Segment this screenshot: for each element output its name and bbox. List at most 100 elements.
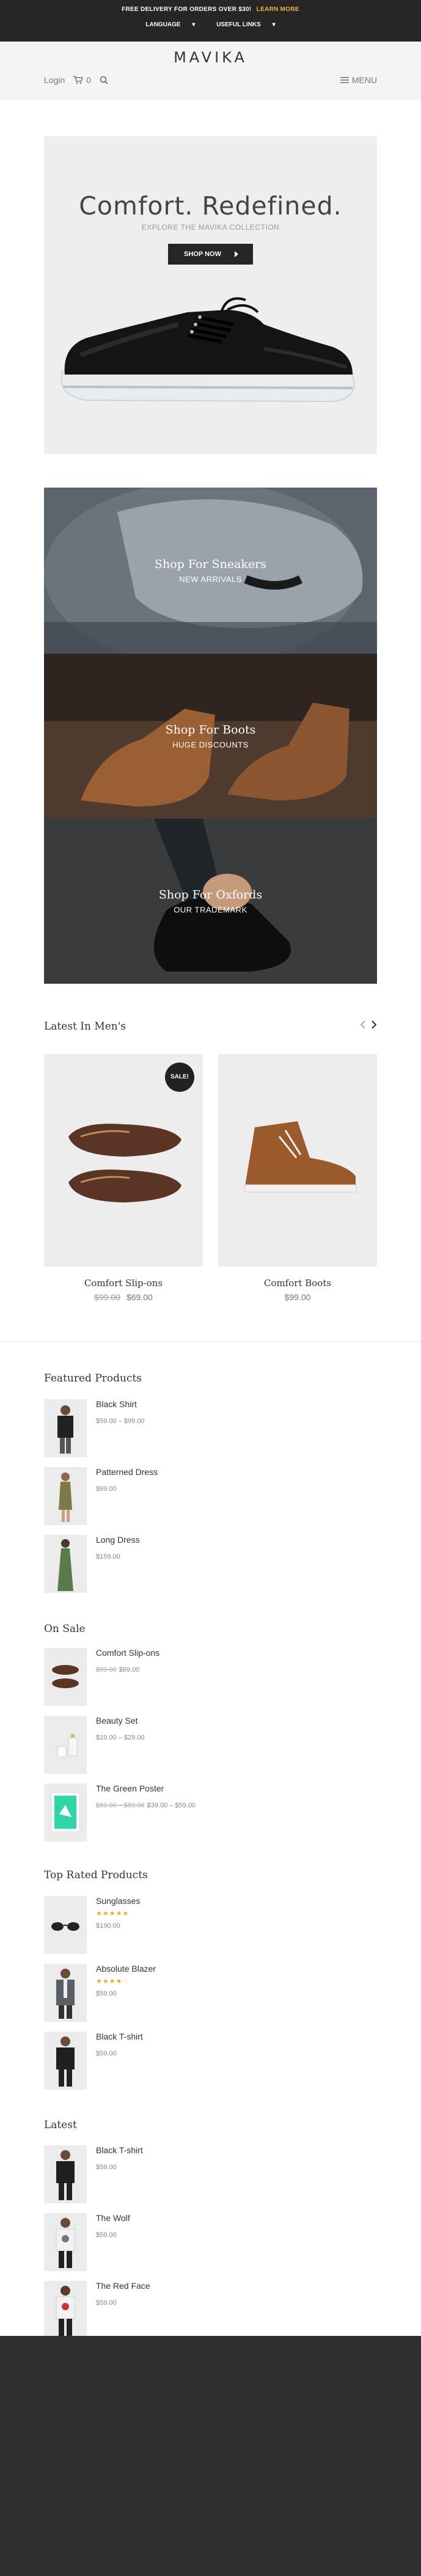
search-icon xyxy=(100,76,108,84)
product-name[interactable]: Black T-shirt xyxy=(96,2145,143,2155)
language-label: LANGUAGE xyxy=(145,21,181,28)
product-image[interactable]: SALE! xyxy=(44,1054,203,1267)
product-price: $59.00 xyxy=(96,2231,117,2239)
current-price: $39.00 – $59.00 xyxy=(147,1802,196,1809)
widget-product[interactable]: Beauty Set $19.00 – $29.00 xyxy=(44,1716,377,1774)
product-thumb[interactable] xyxy=(44,1784,87,1842)
product-name[interactable]: Long Dress xyxy=(96,1535,140,1545)
hamburger-icon xyxy=(340,77,349,83)
product-price: $190.00 xyxy=(96,1922,120,1930)
chevron-down-icon: ▾ xyxy=(192,21,196,28)
previous-arrow-button[interactable] xyxy=(360,1020,366,1032)
product-thumb[interactable] xyxy=(44,1964,87,2022)
learn-more-link[interactable]: LEARN MORE xyxy=(257,6,299,13)
on-sale-title: On Sale xyxy=(44,1623,86,1635)
widget-product[interactable]: The Wolf $59.00 xyxy=(44,2213,377,2271)
shop-now-button[interactable]: SHOP NOW xyxy=(168,244,253,265)
product-thumb[interactable] xyxy=(44,1399,87,1457)
current-price: $69.00 xyxy=(126,1292,153,1302)
product-thumb[interactable] xyxy=(44,1896,87,1954)
widget-product[interactable]: Black T-shirt $59.00 xyxy=(44,2145,377,2203)
product-thumb[interactable] xyxy=(44,2032,87,2090)
play-arrow-icon xyxy=(234,251,238,258)
product-name[interactable]: Comfort Slip-ons xyxy=(44,1278,203,1289)
category-subtitle: NEW ARRIVALS xyxy=(179,574,242,584)
product-thumb[interactable] xyxy=(44,1648,87,1706)
rating-stars: ★★★★☆ xyxy=(96,1978,130,1985)
chevron-left-icon xyxy=(360,1020,365,1029)
product-name[interactable]: Black T-shirt xyxy=(96,2032,143,2041)
product-price: $99.00 $69.00 xyxy=(44,1292,203,1302)
next-arrow-button[interactable] xyxy=(371,1020,377,1032)
product-price: $99.00 xyxy=(218,1292,377,1302)
latest-title: Latest xyxy=(44,2119,77,2131)
old-price: $99.00 xyxy=(96,1666,117,1674)
product-thumb[interactable] xyxy=(44,2145,87,2203)
boots-product-image xyxy=(244,1121,357,1193)
old-price: $99.00 xyxy=(94,1292,120,1302)
black-tshirt-thumb xyxy=(56,2036,75,2087)
widget-product[interactable]: The Green Poster $69.00 – $89.00 $39.00 – … xyxy=(44,1784,377,1842)
current-price: $69.00 xyxy=(119,1666,140,1674)
menu-button[interactable]: MENU xyxy=(340,75,377,85)
black-tshirt-thumb xyxy=(56,2150,75,2200)
cart-count: 0 xyxy=(86,75,92,85)
product-name[interactable]: Absolute Blazer xyxy=(96,1964,156,1974)
product-name[interactable]: Black Shirt xyxy=(96,1399,145,1409)
widget-product[interactable]: Patterned Dress $99.00 xyxy=(44,1467,377,1525)
product-card[interactable]: Comfort Boots $99.00 xyxy=(218,1054,377,1302)
widget-product[interactable]: Black T-shirt $59.00 xyxy=(44,2032,377,2090)
language-dropdown[interactable]: LANGUAGE ▾ xyxy=(141,21,200,28)
chevron-right-icon xyxy=(372,1020,377,1029)
product-price: $59.00 xyxy=(96,2164,117,2171)
slip-ons-image xyxy=(68,1124,181,1202)
product-card[interactable]: SALE! Comfort Slip-ons $99.00 $69.00 xyxy=(44,1054,203,1302)
top-rated-title: Top Rated Products xyxy=(44,1869,148,1881)
promo-text: FREE DELIVERY FOR ORDERS OVER $30! xyxy=(122,6,252,13)
current-price: $99.00 xyxy=(284,1292,311,1302)
category-title: Shop For Oxfords xyxy=(158,888,263,902)
widget-product[interactable]: Long Dress $159.00 xyxy=(44,1535,377,1593)
product-name[interactable]: Beauty Set xyxy=(96,1716,145,1725)
product-price: $19.00 – $29.00 xyxy=(96,1734,145,1741)
product-name[interactable]: The Wolf xyxy=(96,2213,130,2223)
product-price: $99.00 xyxy=(96,1485,117,1493)
site-footer xyxy=(0,2336,421,2576)
product-name[interactable]: The Red Face xyxy=(96,2281,150,2291)
widget-product[interactable]: Sunglasses ★★★★★ $190.00 xyxy=(44,1896,377,1954)
menu-label: MENU xyxy=(351,75,377,85)
wolf-tshirt-thumb xyxy=(56,2218,75,2268)
product-thumb[interactable] xyxy=(44,2213,87,2271)
product-name[interactable]: Comfort Boots xyxy=(218,1278,377,1289)
product-price: $159.00 xyxy=(96,1553,120,1561)
product-thumb[interactable] xyxy=(44,1535,87,1593)
product-price: $59.00 xyxy=(96,2299,117,2307)
slip-ons-thumb xyxy=(52,1665,79,1688)
product-name[interactable]: The Green Poster xyxy=(96,1784,196,1793)
useful-links-dropdown[interactable]: USEFUL LINKS ▾ xyxy=(211,21,280,28)
product-thumb[interactable] xyxy=(44,1716,87,1774)
cart-button[interactable]: 0 xyxy=(73,75,91,85)
product-name[interactable]: Comfort Slip-ons xyxy=(96,1648,159,1658)
widget-product[interactable]: Absolute Blazer ★★★★☆ $59.00 xyxy=(44,1964,377,2022)
site-logo[interactable]: MAVIKA xyxy=(0,42,421,66)
blazer-thumb xyxy=(56,1969,75,2019)
product-thumb[interactable] xyxy=(44,2281,87,2339)
category-oxfords[interactable]: Shop For Oxfords OUR TRADEMARK xyxy=(44,819,377,984)
category-title: Shop For Boots xyxy=(165,723,256,737)
search-button[interactable] xyxy=(100,76,108,84)
category-title: Shop For Sneakers xyxy=(154,557,266,571)
category-boots[interactable]: Shop For Boots HUGE DISCOUNTS xyxy=(44,654,377,819)
category-sneakers[interactable]: Shop For Sneakers NEW ARRIVALS xyxy=(44,488,377,654)
widget-product[interactable]: The Red Face $59.00 xyxy=(44,2281,377,2339)
widget-product[interactable]: Comfort Slip-ons $99.00 $69.00 xyxy=(44,1648,377,1706)
login-link[interactable]: Login xyxy=(44,75,65,85)
featured-products-title: Featured Products xyxy=(44,1372,142,1385)
product-name[interactable]: Sunglasses xyxy=(96,1896,140,1906)
widget-product[interactable]: Black Shirt $59.00 – $99.00 xyxy=(44,1399,377,1457)
product-name[interactable]: Patterned Dress xyxy=(96,1467,158,1477)
product-thumb[interactable] xyxy=(44,1467,87,1525)
cart-icon xyxy=(73,76,84,84)
long-dress-thumb xyxy=(57,1539,73,1591)
product-image[interactable] xyxy=(218,1054,377,1267)
